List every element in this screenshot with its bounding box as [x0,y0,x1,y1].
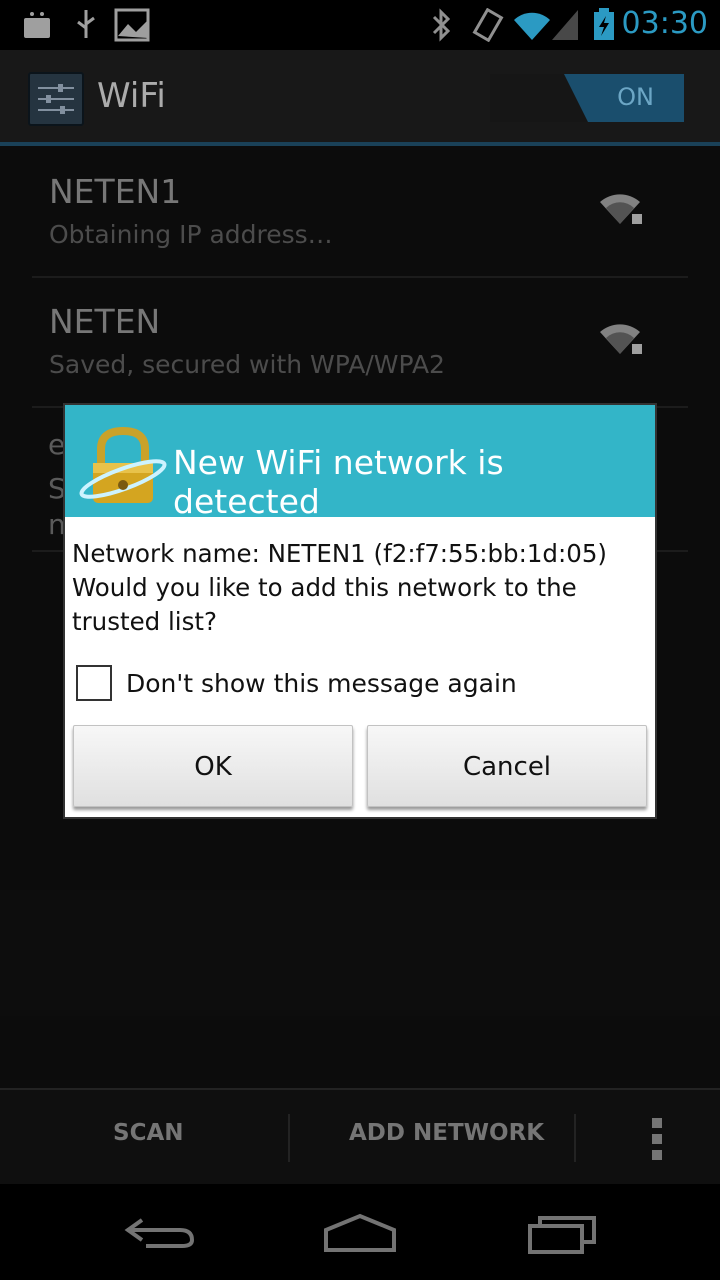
network-name-line: Network name: NETEN1 (f2:f7:55:bb:1d:05) [72,539,607,568]
padlock-icon [79,426,167,503]
dialog-header: New WiFi network is detected [65,405,655,521]
new-network-dialog: New WiFi network is detected Network nam… [63,403,657,819]
cancel-button[interactable]: Cancel [367,725,647,807]
checkbox-label[interactable]: Don't show this message again [126,669,517,698]
dialog-title: New WiFi network is detected [173,443,504,521]
trust-question: Would you like to add this network to th… [72,573,577,636]
dialog-message: Network name: NETEN1 (f2:f7:55:bb:1d:05)… [72,537,642,639]
ok-button[interactable]: OK [73,725,353,807]
dont-show-checkbox[interactable] [76,665,112,701]
